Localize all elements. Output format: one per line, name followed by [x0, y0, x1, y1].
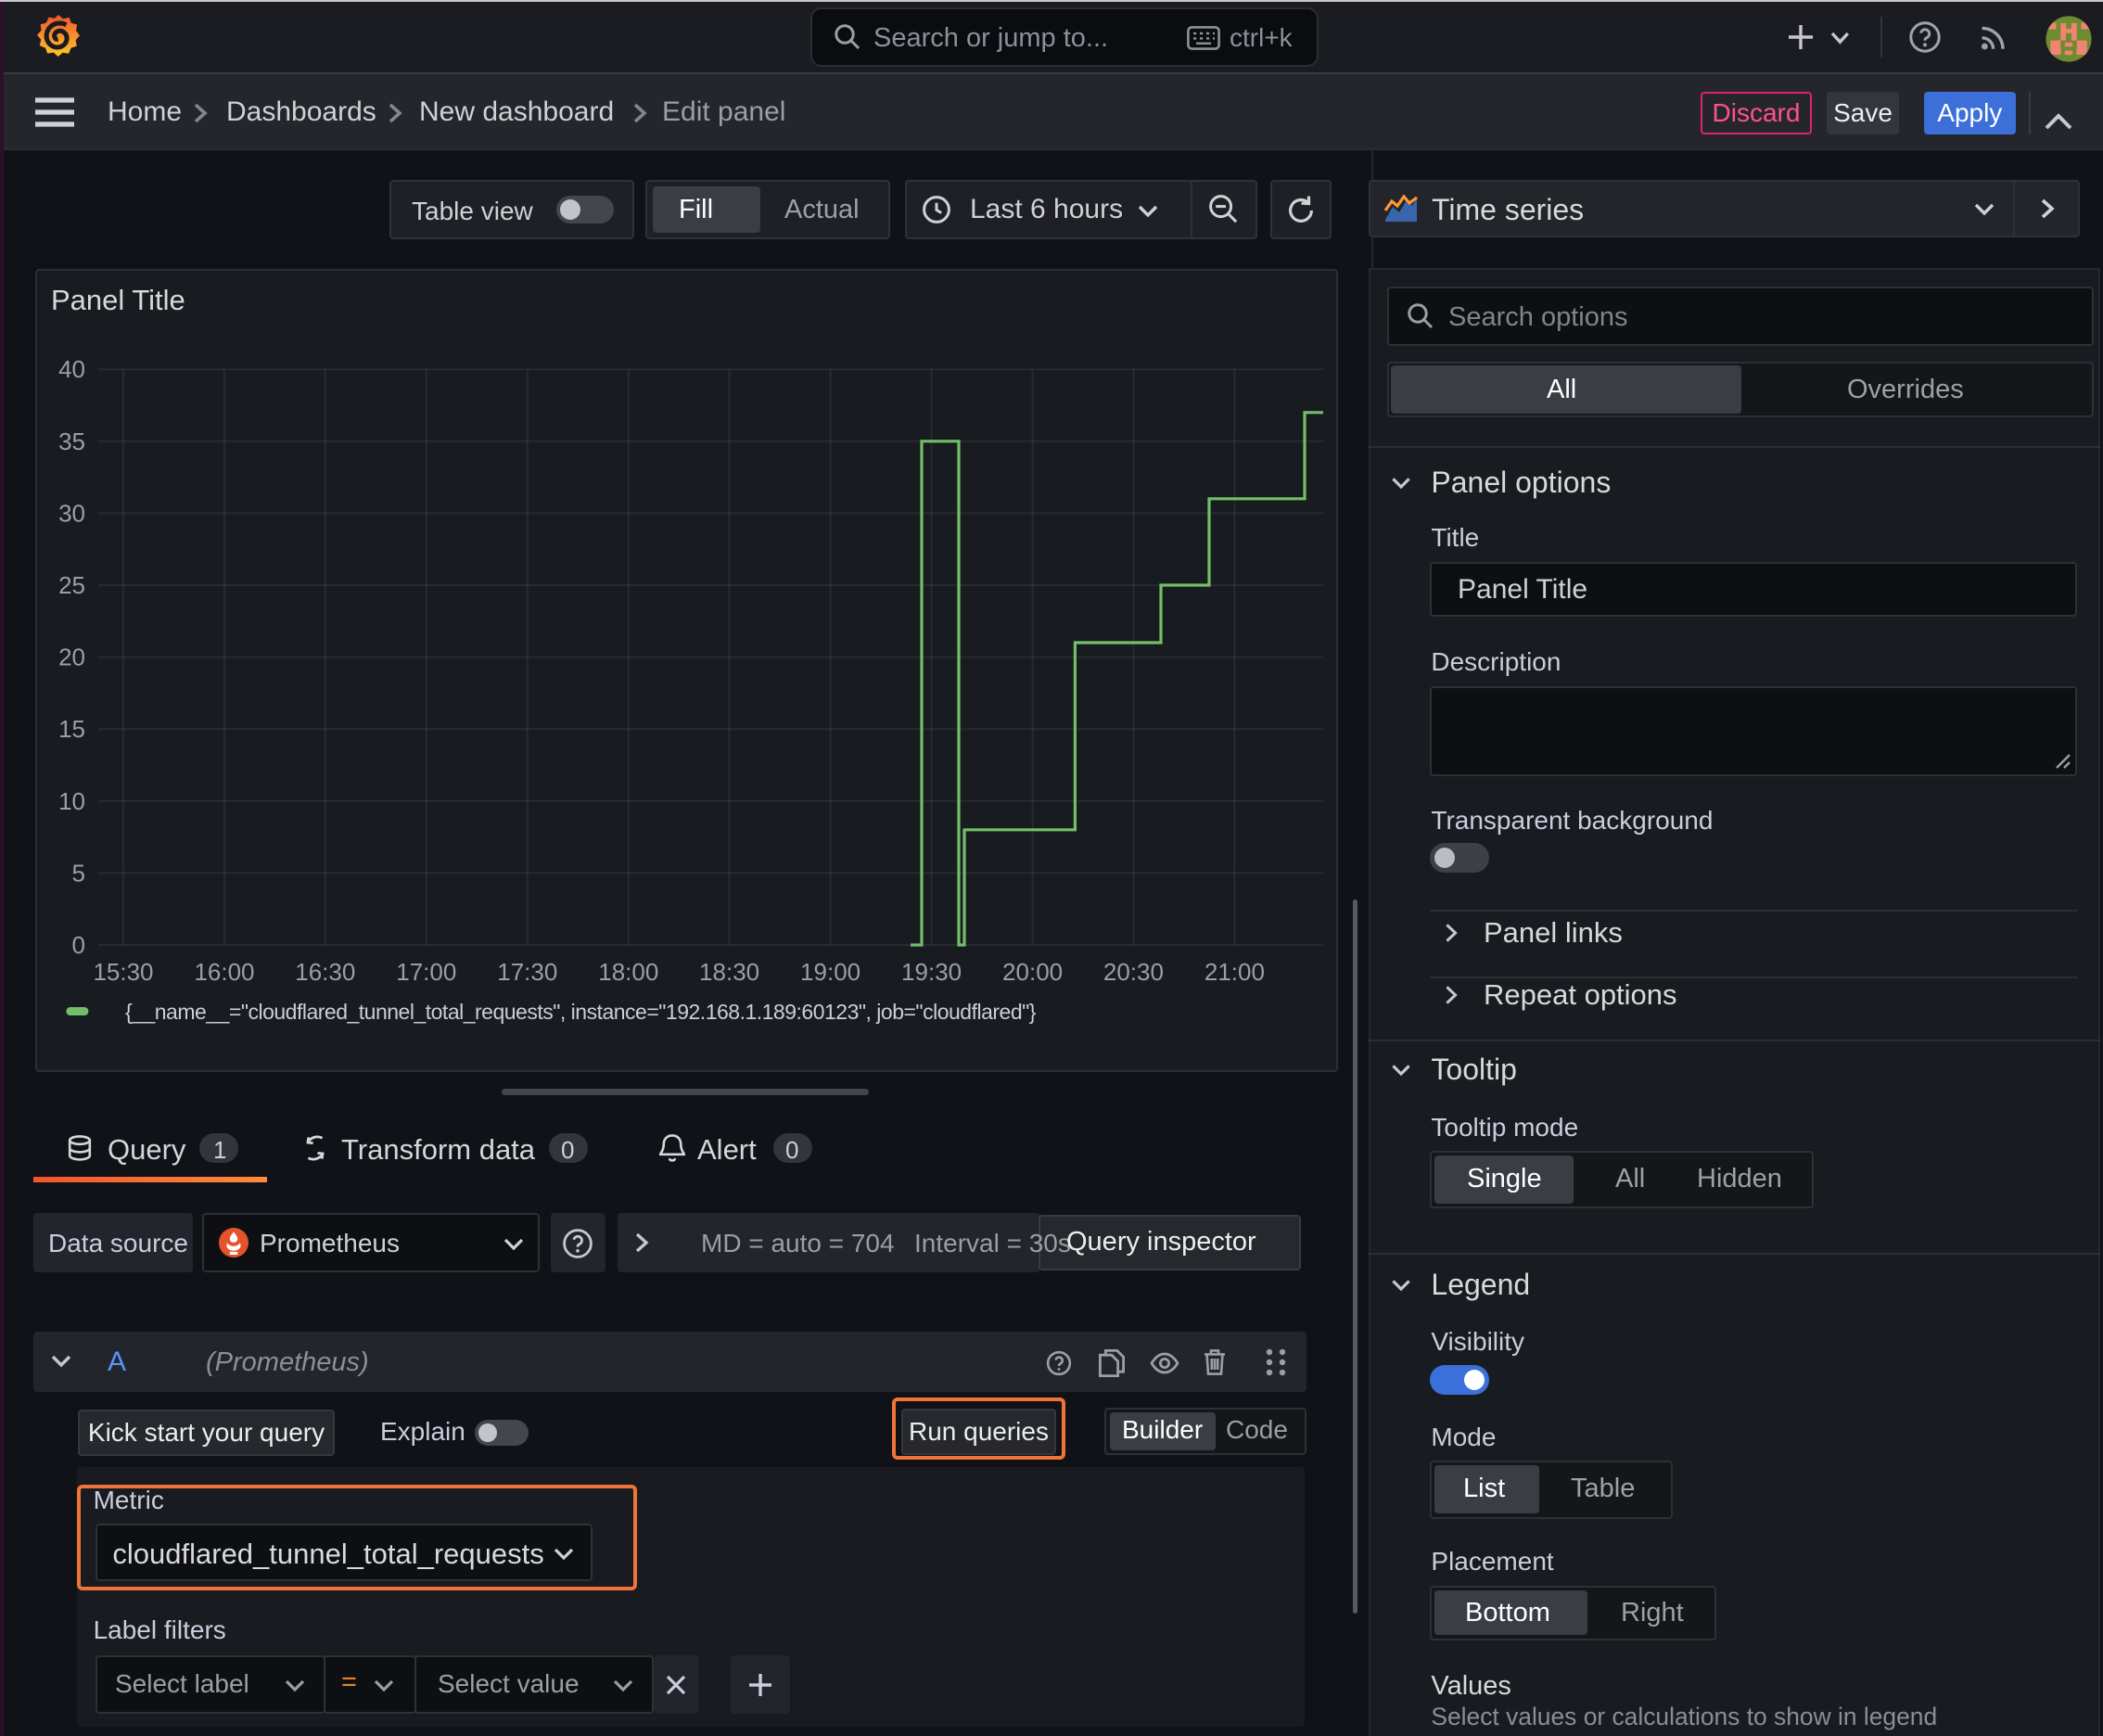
- svg-text:5: 5: [72, 859, 85, 887]
- svg-text:16:30: 16:30: [295, 958, 355, 986]
- svg-text:15: 15: [58, 715, 85, 743]
- svg-text:18:00: 18:00: [598, 958, 658, 986]
- svg-text:10: 10: [58, 787, 85, 815]
- svg-text:25: 25: [58, 571, 85, 599]
- svg-text:{__name__="cloudflared_tunnel_: {__name__="cloudflared_tunnel_total_requ…: [125, 1000, 1037, 1024]
- svg-text:15:30: 15:30: [93, 958, 153, 986]
- svg-text:35: 35: [58, 428, 85, 455]
- svg-text:30: 30: [58, 499, 85, 527]
- svg-text:20: 20: [58, 644, 85, 671]
- svg-text:19:00: 19:00: [800, 958, 860, 986]
- svg-text:0: 0: [72, 931, 85, 959]
- svg-text:17:00: 17:00: [396, 958, 456, 986]
- svg-text:21:00: 21:00: [1204, 958, 1265, 986]
- svg-text:16:00: 16:00: [194, 958, 254, 986]
- svg-text:17:30: 17:30: [497, 958, 557, 986]
- svg-text:20:00: 20:00: [1002, 958, 1063, 986]
- svg-text:20:30: 20:30: [1103, 958, 1164, 986]
- svg-text:40: 40: [58, 355, 85, 383]
- svg-text:19:30: 19:30: [901, 958, 962, 986]
- svg-text:18:30: 18:30: [699, 958, 759, 986]
